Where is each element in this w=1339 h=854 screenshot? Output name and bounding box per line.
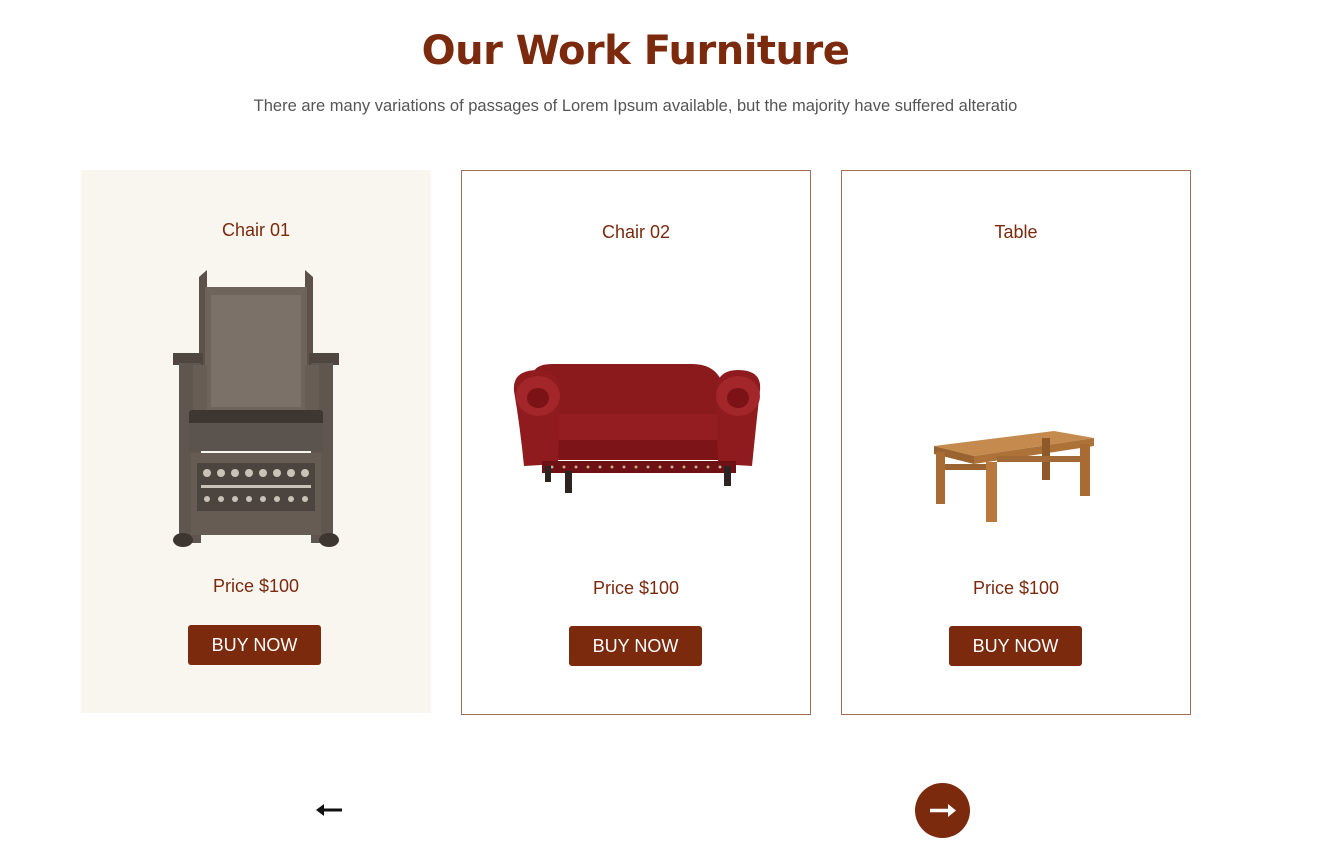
arrow-left-icon (312, 795, 346, 825)
product-price: Price $100 (592, 578, 680, 598)
product-card-chair-01[interactable]: Chair 01 Price $100 BUY NOW (81, 170, 431, 713)
carousel-next-button[interactable] (915, 783, 970, 838)
product-price: Price $100 (972, 578, 1060, 598)
product-name: Table (994, 222, 1038, 242)
product-card-table[interactable]: Table Price $100 BUY NOW (841, 170, 1191, 715)
red-leather-loveseat-image (462, 266, 810, 556)
arrow-right-icon (915, 783, 970, 838)
section-title: Our Work Furniture (421, 28, 850, 74)
carousel-prev-button[interactable] (312, 795, 346, 825)
section-subtitle: There are many variations of passages of… (253, 97, 1018, 115)
buy-now-button[interactable]: BUY NOW (569, 626, 702, 666)
product-name: Chair 01 (221, 220, 291, 240)
wooden-throne-chair-image (81, 265, 431, 555)
product-card-chair-02[interactable]: Chair 02 Price $100 BUY NOW (461, 170, 811, 715)
product-name: Chair 02 (601, 222, 671, 242)
buy-now-button[interactable]: BUY NOW (949, 626, 1082, 666)
product-price: Price $100 (212, 576, 300, 596)
buy-now-button[interactable]: BUY NOW (188, 625, 321, 665)
wooden-table-image (842, 266, 1190, 556)
